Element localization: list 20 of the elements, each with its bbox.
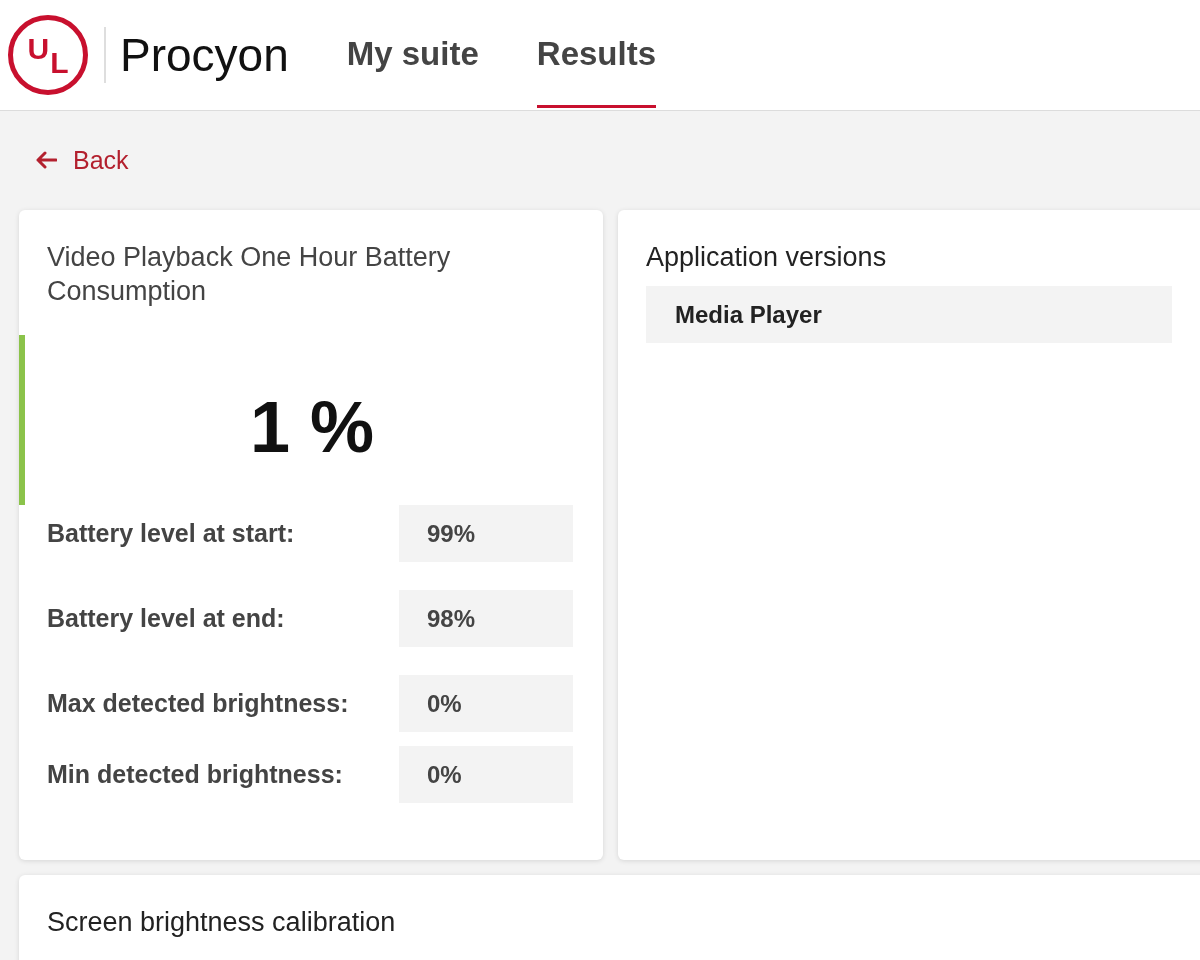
card-title: Screen brightness calibration [47,906,397,939]
logo-letter: L [50,48,69,78]
back-arrow-icon [35,151,57,169]
metric-label: Battery level at end: [47,604,286,633]
metric-value: 0% [399,746,573,803]
metric-value: 98% [399,590,573,647]
brand-name: Procyon [120,28,289,83]
metric-label: Min detected brightness: [47,760,344,789]
metric-label: Battery level at start: [47,519,296,548]
metric-value: 99% [399,505,573,562]
card-title: Application versions [646,241,888,274]
nav-tab[interactable]: Results [536,0,656,108]
card-title: Video Playback One Hour Battery Consumption [47,241,452,308]
score-value: 1 % [249,387,375,467]
metric-value: 0% [399,675,573,732]
metric-label: Max detected brightness: [47,689,350,718]
back-link[interactable]: Back [35,140,129,180]
logo-letter: U [27,34,50,64]
nav-tab[interactable]: My suite [346,0,479,108]
application-item: Media Player [646,286,1172,343]
